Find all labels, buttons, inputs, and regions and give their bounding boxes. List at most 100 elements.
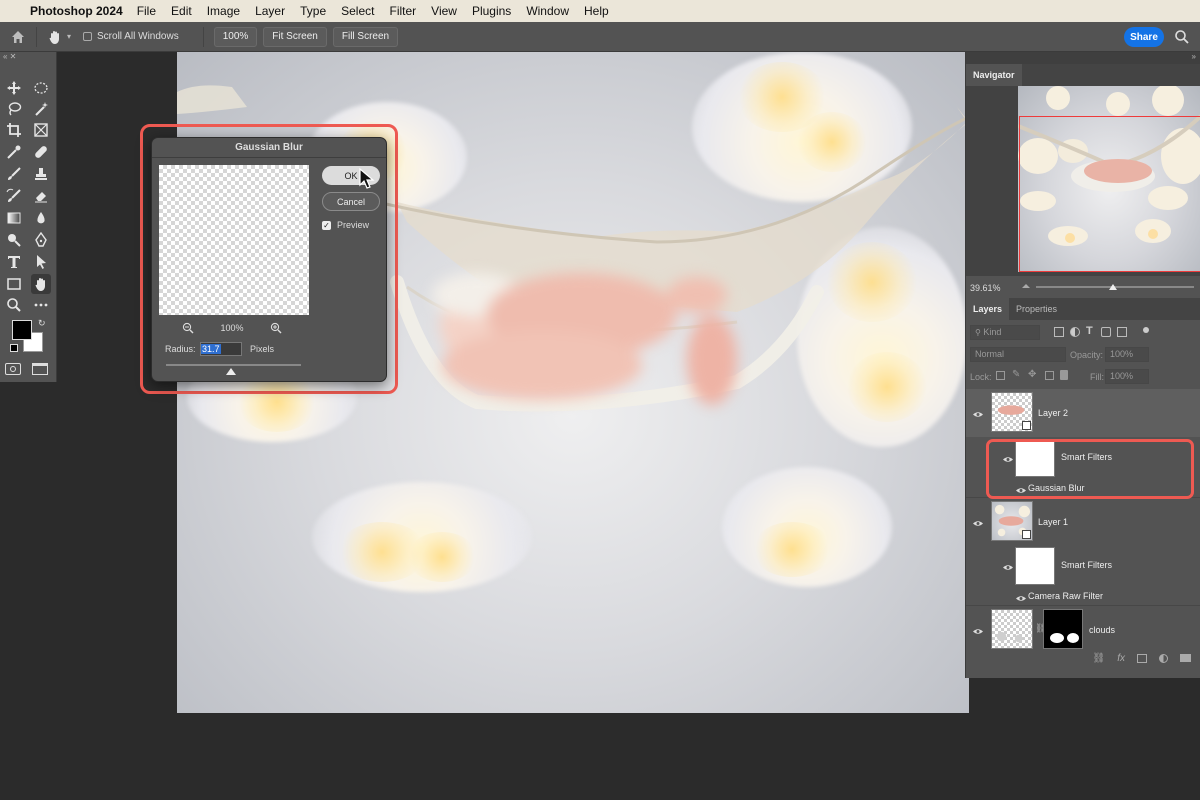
- zoom-in-icon[interactable]: [270, 322, 282, 334]
- menu-plugins[interactable]: Plugins: [472, 4, 511, 18]
- crop-tool-icon[interactable]: [4, 120, 24, 140]
- magic-wand-icon[interactable]: [31, 99, 51, 119]
- radius-input[interactable]: 31.7: [200, 342, 242, 356]
- search-icon[interactable]: [1174, 29, 1190, 45]
- navigator-zoom-out-icon[interactable]: [1022, 281, 1030, 289]
- preview-checkbox[interactable]: ✓: [322, 221, 331, 230]
- brush-tool-icon[interactable]: [4, 164, 24, 184]
- add-mask-icon[interactable]: [1137, 653, 1147, 663]
- cancel-button[interactable]: Cancel: [322, 192, 380, 211]
- layer-row-layer-1[interactable]: Layer 1: [966, 497, 1200, 545]
- tab-navigator[interactable]: Navigator: [966, 64, 1022, 86]
- zoom-out-icon[interactable]: [182, 322, 194, 334]
- opacity-input[interactable]: 100%: [1105, 347, 1149, 362]
- home-icon[interactable]: [10, 29, 26, 45]
- menu-image[interactable]: Image: [207, 4, 240, 18]
- fit-screen-button[interactable]: Fit Screen: [263, 26, 327, 47]
- blur-tool-icon[interactable]: [31, 208, 51, 228]
- smart-filters-row-layer-1[interactable]: Smart Filters Camera Raw Filter: [966, 545, 1200, 605]
- stamp-tool-icon[interactable]: [31, 164, 51, 184]
- adjustment-filter-icon[interactable]: [1070, 327, 1080, 337]
- dodge-tool-icon[interactable]: [4, 230, 24, 250]
- radius-slider-track[interactable]: [166, 364, 301, 366]
- navigator-zoom-thumb[interactable]: [1109, 284, 1117, 290]
- visibility-eye-icon[interactable]: [973, 626, 983, 634]
- zoom-tool-icon[interactable]: [4, 295, 24, 315]
- toolbar-collapse-icon[interactable]: « ✕: [0, 52, 56, 64]
- layer-thumbnail[interactable]: [991, 609, 1033, 649]
- lock-pixels-icon[interactable]: ✎: [1012, 369, 1020, 380]
- gradient-tool-icon[interactable]: [4, 208, 24, 228]
- new-group-icon[interactable]: [1180, 654, 1191, 662]
- menu-edit[interactable]: Edit: [171, 4, 192, 18]
- type-tool-icon[interactable]: [4, 252, 24, 272]
- eyedropper-icon[interactable]: [4, 142, 24, 162]
- visibility-eye-icon[interactable]: [1003, 562, 1013, 570]
- menu-layer[interactable]: Layer: [255, 4, 285, 18]
- panel-collapse-icon[interactable]: »: [966, 52, 1200, 64]
- blend-mode-select[interactable]: Normal: [970, 347, 1066, 362]
- lock-position-icon[interactable]: ✥: [1028, 369, 1036, 380]
- filter-toggle-icon[interactable]: [1143, 327, 1149, 333]
- adjustment-layer-icon[interactable]: [1159, 653, 1168, 663]
- chevron-down-icon[interactable]: ▾: [67, 32, 71, 41]
- type-filter-icon[interactable]: T: [1086, 325, 1093, 337]
- lock-artboard-icon[interactable]: [1045, 371, 1054, 380]
- quick-mask-icon[interactable]: [5, 363, 21, 375]
- hand-tool-icon[interactable]: [47, 29, 63, 45]
- smart-filter-mask-thumbnail[interactable]: [1015, 547, 1055, 585]
- tab-properties[interactable]: Properties: [1009, 298, 1064, 320]
- share-button[interactable]: Share: [1124, 27, 1164, 47]
- visibility-eye-icon[interactable]: [973, 518, 983, 526]
- default-colors-icon[interactable]: [10, 344, 18, 352]
- mouse-cursor-icon: [359, 167, 375, 190]
- zoom-100-button[interactable]: 100%: [213, 26, 258, 47]
- menu-app-name[interactable]: Photoshop 2024: [30, 4, 123, 18]
- navigator-zoom-value[interactable]: 39.61%: [970, 283, 1001, 293]
- filter-preview-window[interactable]: [159, 165, 309, 315]
- foreground-color-swatch[interactable]: [12, 320, 32, 340]
- hand-tool-icon[interactable]: [31, 274, 51, 294]
- shape-filter-icon[interactable]: [1101, 327, 1111, 337]
- more-tools-icon[interactable]: [31, 295, 51, 315]
- layer-row-layer-2[interactable]: Layer 2: [966, 389, 1200, 437]
- menu-window[interactable]: Window: [526, 4, 569, 18]
- fill-screen-button[interactable]: Fill Screen: [332, 26, 399, 47]
- tab-layers[interactable]: Layers: [966, 298, 1010, 320]
- menu-file[interactable]: File: [137, 4, 156, 18]
- marquee-tool-icon[interactable]: [31, 78, 51, 98]
- visibility-eye-icon[interactable]: [1016, 593, 1026, 601]
- screen-mode-icon[interactable]: [32, 363, 48, 375]
- lock-transparent-icon[interactable]: [996, 371, 1005, 380]
- visibility-eye-icon[interactable]: [973, 409, 983, 417]
- layer-kind-filter[interactable]: ⚲ Kind: [970, 325, 1040, 340]
- navigator-view-box[interactable]: [1019, 116, 1200, 272]
- path-selection-icon[interactable]: [31, 252, 51, 272]
- pen-tool-icon[interactable]: [31, 230, 51, 250]
- frame-tool-icon[interactable]: [31, 120, 51, 140]
- lasso-tool-icon[interactable]: [4, 99, 24, 119]
- scroll-all-checkbox[interactable]: [83, 32, 93, 41]
- swap-colors-icon[interactable]: ↻: [38, 318, 46, 329]
- lock-all-icon[interactable]: [1060, 370, 1068, 380]
- smart-object-filter-icon[interactable]: [1117, 327, 1127, 337]
- fx-icon[interactable]: fx: [1117, 653, 1125, 664]
- fill-input[interactable]: 100%: [1105, 369, 1149, 384]
- history-brush-icon[interactable]: [4, 186, 24, 206]
- rectangle-tool-icon[interactable]: [4, 274, 24, 294]
- filter-name-camera-raw[interactable]: Camera Raw Filter: [1028, 591, 1103, 601]
- radius-slider-thumb[interactable]: [226, 368, 236, 375]
- pixel-filter-icon[interactable]: [1054, 327, 1064, 337]
- move-tool-icon[interactable]: [4, 78, 24, 98]
- menu-select[interactable]: Select: [341, 4, 374, 18]
- menu-help[interactable]: Help: [584, 4, 609, 18]
- layer-row-clouds[interactable]: ⛓ clouds: [966, 605, 1200, 651]
- link-layers-icon[interactable]: ⛓: [1093, 653, 1106, 664]
- menu-filter[interactable]: Filter: [389, 4, 416, 18]
- menu-view[interactable]: View: [431, 4, 457, 18]
- healing-brush-icon[interactable]: [31, 142, 51, 162]
- menu-bar: Photoshop 2024 File Edit Image Layer Typ…: [0, 0, 1200, 22]
- eraser-tool-icon[interactable]: [31, 186, 51, 206]
- menu-type[interactable]: Type: [300, 4, 326, 18]
- layer-mask-thumbnail[interactable]: [1043, 609, 1083, 649]
